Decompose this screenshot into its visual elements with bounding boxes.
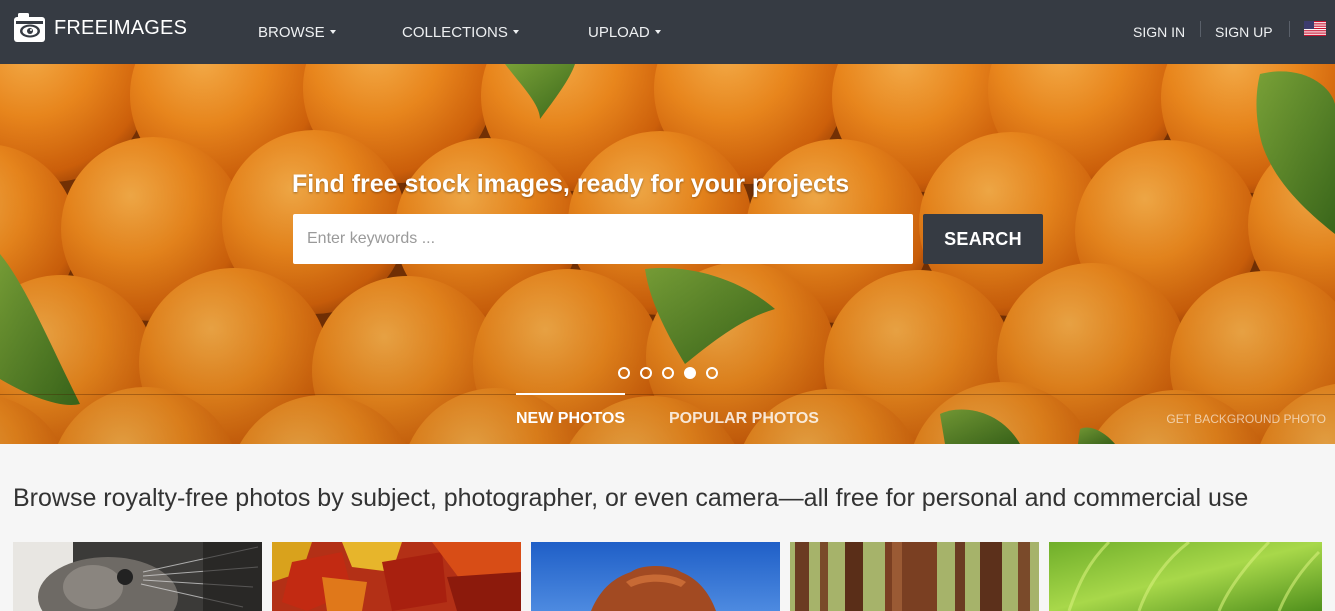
search-button[interactable]: SEARCH (923, 214, 1043, 264)
active-tab-indicator (516, 393, 625, 395)
sign-up-label: SIGN UP (1215, 24, 1273, 40)
thumbnail-cat[interactable] (13, 542, 262, 611)
tab-new-photos[interactable]: NEW PHOTOS (516, 410, 625, 428)
thumbnail-forest[interactable] (790, 542, 1039, 611)
carousel-dot-1[interactable] (618, 367, 630, 379)
get-background-photo-link[interactable]: GET BACKGROUND PHOTO (1166, 412, 1326, 426)
top-navbar: FREEIMAGES BROWSE COLLECTIONS UPLOAD SIG… (0, 0, 1335, 64)
camera-logo-icon (14, 13, 45, 42)
carousel-dot-5[interactable] (706, 367, 718, 379)
tab-popular-photos[interactable]: POPULAR PHOTOS (669, 410, 819, 428)
hero-banner: Find free stock images, ready for your p… (0, 64, 1335, 444)
caret-down-icon (654, 30, 661, 34)
brand-name: FREEIMAGES (54, 16, 188, 39)
sign-in-link[interactable]: SIGN IN (1133, 0, 1185, 64)
arch-photo (531, 542, 780, 611)
thumbnail-autumn-leaves[interactable] (272, 542, 521, 611)
carousel-dot-4[interactable] (684, 367, 696, 379)
sign-up-link[interactable]: SIGN UP (1215, 0, 1273, 64)
leaves-photo (272, 542, 521, 611)
upload-menu[interactable]: UPLOAD (588, 0, 661, 64)
forest-photo (790, 542, 1039, 611)
us-flag-icon[interactable] (1304, 21, 1326, 36)
browse-headline: Browse royalty-free photos by subject, p… (13, 484, 1249, 512)
tab-divider (0, 394, 1335, 395)
collections-menu-label: COLLECTIONS (402, 23, 508, 41)
thumbnail-rock-arch[interactable] (531, 542, 780, 611)
carousel-dot-2[interactable] (640, 367, 652, 379)
search-input[interactable] (293, 214, 913, 264)
sign-in-label: SIGN IN (1133, 24, 1186, 40)
nav-divider (1289, 21, 1290, 37)
hero-title: Find free stock images, ready for your p… (292, 170, 850, 198)
caret-down-icon (512, 30, 519, 34)
nav-divider (1200, 21, 1201, 37)
upload-menu-label: UPLOAD (588, 23, 650, 41)
caret-down-icon (329, 30, 336, 34)
brand-logo[interactable]: FREEIMAGES (13, 12, 187, 44)
browse-menu[interactable]: BROWSE (258, 0, 336, 64)
browse-menu-label: BROWSE (258, 23, 325, 41)
cat-photo (13, 542, 262, 611)
collections-menu[interactable]: COLLECTIONS (402, 0, 519, 64)
carousel-dot-3[interactable] (662, 367, 674, 379)
thumbnail-grass[interactable] (1049, 542, 1322, 611)
grass-photo (1049, 542, 1322, 611)
